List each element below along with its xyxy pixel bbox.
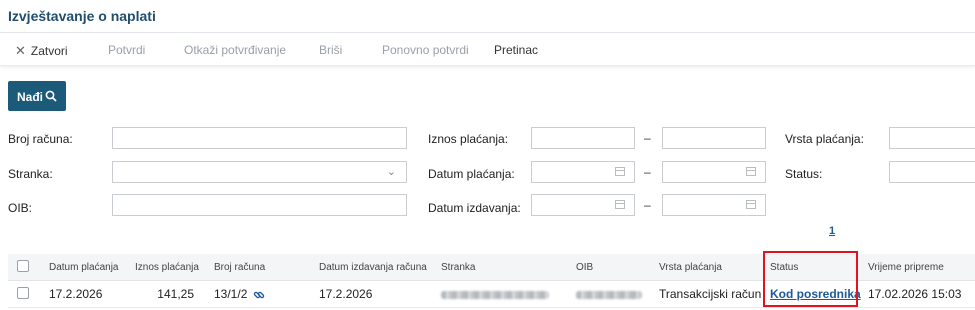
- close-icon: ✕: [15, 43, 26, 58]
- close-button[interactable]: ✕ Zatvori: [15, 43, 68, 59]
- payment-date-from-input[interactable]: [531, 161, 635, 183]
- search-button[interactable]: Nađi: [8, 81, 66, 111]
- range-dash: –: [644, 131, 651, 145]
- range-dash: –: [644, 198, 651, 212]
- cell-prepared-at: 17.02.2026 15:03: [868, 287, 962, 301]
- cell-invoice-number: 13/1/2: [214, 287, 248, 301]
- col-oib[interactable]: OIB: [576, 262, 593, 273]
- cell-party-redacted: [441, 291, 549, 299]
- toolbar: ✕ Zatvori Potvrdi Otkaži potvrđivanje Bri…: [0, 33, 975, 66]
- col-invoice-number[interactable]: Broj računa: [214, 262, 265, 273]
- cancel-confirm-button[interactable]: Otkaži potvrđivanje: [184, 43, 286, 57]
- payment-type-select[interactable]: [889, 127, 975, 149]
- close-label: Zatvori: [30, 44, 68, 58]
- status-highlight-box: [763, 251, 858, 307]
- amount-label: Iznos plaćanja:: [428, 132, 509, 146]
- range-dash: –: [644, 165, 651, 179]
- chevron-down-icon: ⌄: [386, 166, 396, 178]
- status-select[interactable]: [889, 161, 975, 183]
- page-title: Izvještavanje o naplati: [8, 8, 156, 24]
- issue-date-to-input[interactable]: [662, 194, 766, 216]
- delete-button[interactable]: Briši: [319, 43, 342, 57]
- col-payment-date[interactable]: Datum plaćanja: [49, 262, 118, 273]
- payment-type-label: Vrsta plaćanja:: [785, 132, 864, 146]
- party-label: Stranka:: [8, 167, 53, 181]
- payment-date-to-input[interactable]: [662, 161, 766, 183]
- reconfirm-button[interactable]: Ponovno potvrdi: [382, 43, 469, 57]
- cell-issue-date: 17.2.2026: [319, 287, 373, 301]
- search-icon: [45, 90, 57, 102]
- select-all-checkbox[interactable]: [17, 260, 29, 272]
- pagination-page-1[interactable]: 1: [829, 225, 835, 237]
- oib-label: OIB:: [8, 201, 33, 215]
- title-bar: Izvještavanje o naplati: [0, 0, 975, 33]
- cell-payment-type: Transakcijski račun: [659, 287, 762, 301]
- inbox-button[interactable]: Pretinac: [494, 43, 538, 57]
- link-icon[interactable]: [253, 289, 265, 301]
- cell-payment-date: 17.2.2026: [49, 287, 103, 301]
- amount-to-input[interactable]: [662, 127, 766, 149]
- amount-from-input[interactable]: [531, 127, 635, 149]
- col-issue-date[interactable]: Datum izdavanja računa: [319, 262, 427, 273]
- cell-amount: 141,25: [157, 287, 194, 301]
- calendar-icon[interactable]: [615, 200, 625, 209]
- calendar-icon[interactable]: [746, 200, 756, 209]
- col-prepared-at[interactable]: Vrijeme pripreme: [868, 262, 944, 273]
- issue-date-label: Datum izdavanja:: [428, 201, 521, 215]
- invoice-number-label: Broj računa:: [8, 132, 73, 146]
- issue-date-from-input[interactable]: [531, 194, 635, 216]
- confirm-button[interactable]: Potvrdi: [108, 43, 145, 57]
- calendar-icon[interactable]: [615, 167, 625, 176]
- col-party[interactable]: Stranka: [441, 262, 475, 273]
- status-label: Status:: [785, 167, 823, 181]
- payment-date-label: Datum plaćanja:: [428, 167, 515, 181]
- search-button-label: Nađi: [17, 90, 44, 104]
- calendar-icon[interactable]: [746, 167, 756, 176]
- col-amount[interactable]: Iznos plaćanja: [135, 262, 199, 273]
- invoice-number-input[interactable]: [112, 127, 407, 149]
- col-payment-type[interactable]: Vrsta plaćanja: [659, 262, 722, 273]
- oib-input[interactable]: [112, 194, 407, 216]
- party-select[interactable]: ⌄: [112, 161, 407, 183]
- row-checkbox[interactable]: [17, 287, 29, 299]
- cell-oib-redacted: [576, 291, 642, 299]
